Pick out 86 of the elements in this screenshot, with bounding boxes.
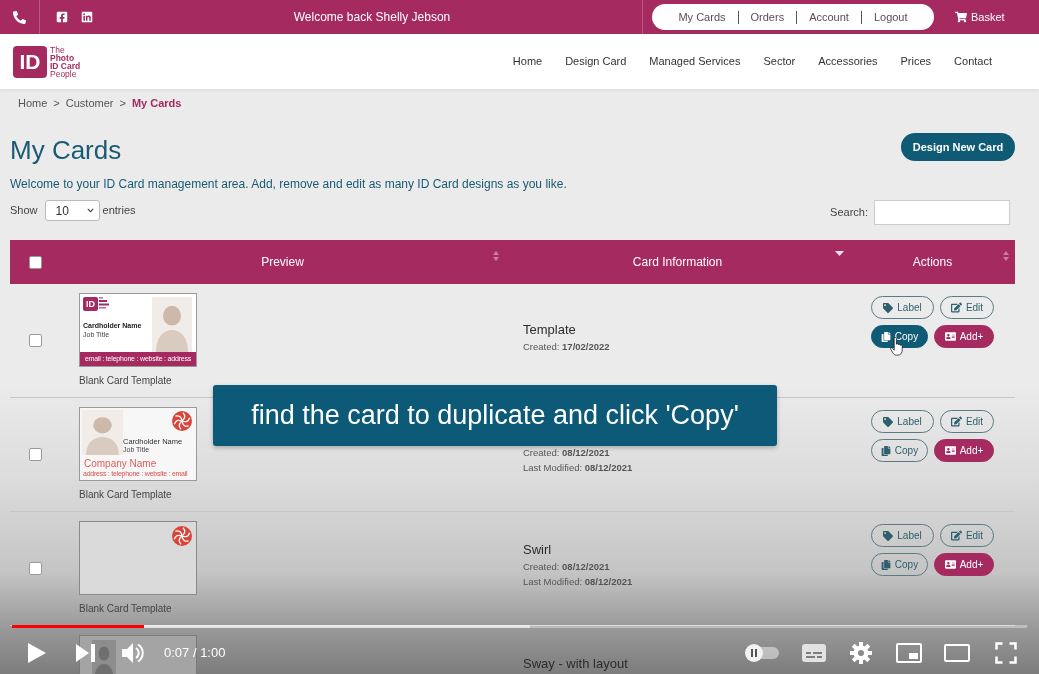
nav-link[interactable]: Sector [763,53,796,70]
swirl-logo-icon [172,526,192,546]
select-all-checkbox[interactable] [28,255,42,269]
card-title: Sway - with layout [523,655,628,673]
created-date: Created: 08/12/2021 [523,446,610,460]
nav-link[interactable]: Contact [954,53,992,70]
volume-icon[interactable] [122,642,144,663]
linkedin-icon[interactable] [81,11,93,23]
page-title: My Cards [10,134,122,167]
skip-next-icon[interactable] [76,643,95,662]
account-link[interactable]: Logout [861,8,920,26]
tag-icon [883,530,894,541]
card-caption: Blank Card Template [79,488,172,502]
column-header[interactable]: Card Information [505,240,850,284]
caption-overlay: find the card to duplicate and click 'Copy' [213,385,777,446]
id-card-icon [944,559,956,570]
row-checkbox[interactable] [28,448,42,461]
copy-icon [880,559,891,570]
design-new-card-button[interactable]: Design New Card [901,133,1015,161]
settings-icon[interactable] [850,641,872,664]
add-button[interactable]: Add+ [934,439,994,462]
account-link[interactable]: My Cards [666,8,738,26]
id-card-icon [944,331,956,342]
cart-icon [955,11,967,23]
column-header[interactable]: Actions [850,240,1015,284]
nav-link[interactable]: Prices [900,53,932,70]
logo-wordmark: The Photo ID Card People [50,45,81,78]
edit-icon [950,530,962,541]
column-header[interactable]: Preview [60,240,505,284]
basket-link[interactable]: Basket [955,8,1005,26]
add-button[interactable]: Add+ [934,553,994,576]
search-field[interactable] [874,200,1010,225]
intro-text: Welcome to your ID Card management area. Add, remove and edit as many ID Card designs as you like. [10,176,567,193]
pause-icon [751,648,757,657]
fullscreen-icon[interactable] [995,641,1017,664]
logo-mark: ID [83,297,98,311]
autoplay-toggle[interactable] [745,643,779,662]
account-link[interactable]: Account [797,8,861,26]
phone-icon[interactable] [13,10,26,24]
tag-icon [883,416,894,427]
entries-select[interactable]: 10 [44,200,100,221]
id-card-icon [944,445,956,456]
edit-icon [950,416,962,427]
modified-date: Last Modified: 08/12/2021 [523,575,633,589]
copy-icon [880,445,891,456]
nav-link[interactable]: Design Card [565,53,627,70]
nav-link[interactable]: Accessories [818,53,878,70]
swirl-logo-icon [172,411,192,431]
copy-icon [880,331,891,342]
card-caption: Blank Card Template [79,602,172,616]
card-title: Swirl [523,541,552,559]
time-display: 0:07 / 1:00 [164,643,226,662]
person-photo-placeholder [152,297,192,352]
progress-track[interactable] [12,625,1027,628]
search-label: Search: [830,205,868,221]
card-caption: Blank Card Template [79,374,172,388]
tag-icon [883,302,894,313]
add-button[interactable]: Add+ [934,325,994,348]
created-date: Created: 08/12/2021 [523,560,610,574]
row-checkbox[interactable] [28,334,42,347]
welcome-text: Welcome back Shelly Jebson [293,9,451,26]
subtitles-icon[interactable] [802,643,826,662]
chevron-down-icon [86,207,94,214]
row-checkbox[interactable] [28,562,42,575]
breadcrumb-separator: > [119,95,126,111]
logo-wordmark-drawing [99,297,109,309]
show-label: Show [10,203,38,219]
breadcrumb-link[interactable]: Customer [65,94,114,112]
theater-mode-icon[interactable] [944,643,970,662]
breadcrumb-link[interactable]: Home [18,94,48,112]
logo-mark[interactable]: ID [13,45,47,78]
entries-label: entries [102,203,136,219]
nav-link[interactable]: Managed Services [649,53,741,70]
breadcrumb-current[interactable]: My Cards [131,94,182,112]
company-name: Company Name [83,458,158,470]
facebook-icon[interactable] [56,11,68,23]
created-date: Created: 17/02/2022 [523,339,610,354]
breadcrumb-separator: > [53,95,60,111]
person-photo-placeholder [82,410,123,455]
play-icon[interactable] [28,642,46,663]
nav-link[interactable]: Home [512,53,543,70]
edit-icon [950,302,962,313]
miniplayer-icon[interactable] [896,642,922,663]
account-link[interactable]: Orders [738,8,797,26]
modified-date: Last Modified: 08/12/2021 [523,461,633,475]
card-title: Template [523,320,576,339]
